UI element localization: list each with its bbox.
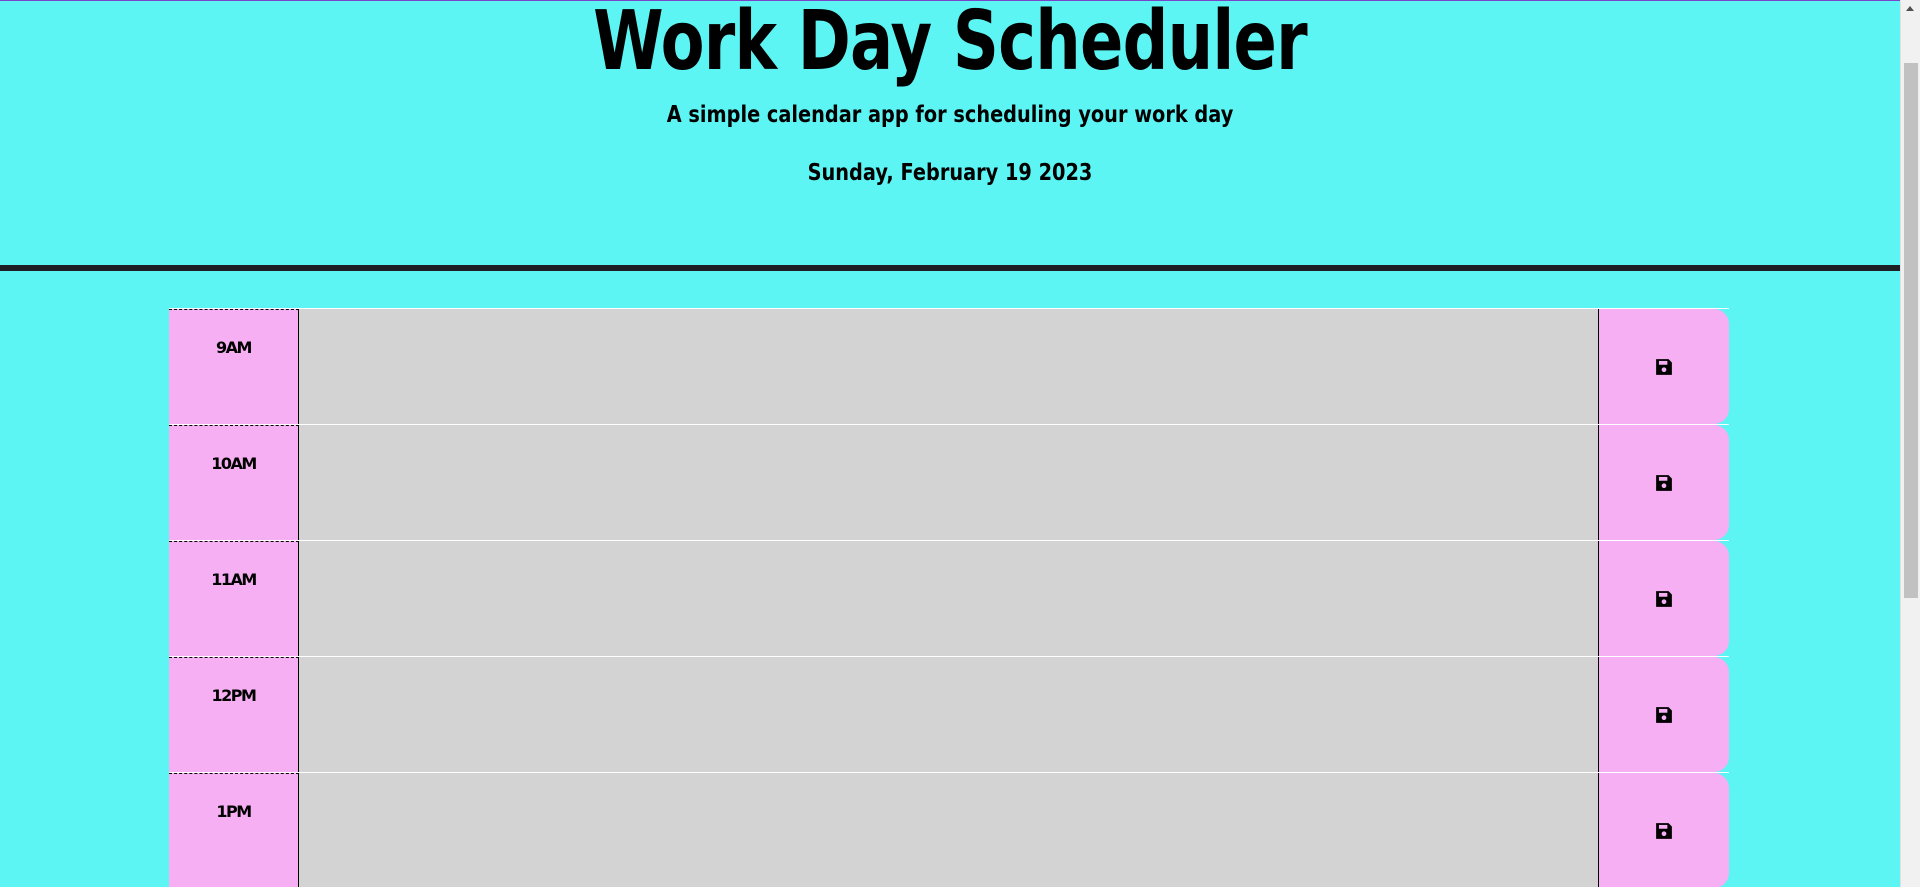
time-block: 1PM <box>169 772 1729 887</box>
time-block: 11AM <box>169 540 1729 656</box>
save-button[interactable] <box>1598 541 1729 656</box>
hour-label: 12PM <box>169 657 299 772</box>
floppy-disk-icon <box>1656 358 1672 375</box>
save-button[interactable] <box>1598 773 1729 887</box>
save-button[interactable] <box>1598 425 1729 540</box>
header: Work Day Scheduler A simple calendar app… <box>0 1 1900 271</box>
scroll-up-arrow-icon[interactable] <box>1906 6 1914 11</box>
floppy-disk-icon <box>1656 474 1672 491</box>
hour-label: 11AM <box>169 541 299 656</box>
event-description-input[interactable] <box>299 773 1598 887</box>
scrollbar-thumb[interactable] <box>1904 63 1918 598</box>
vertical-scrollbar[interactable] <box>1900 0 1920 887</box>
save-button[interactable] <box>1598 309 1729 424</box>
time-block: 12PM <box>169 656 1729 772</box>
page: Work Day Scheduler A simple calendar app… <box>0 0 1900 887</box>
hour-label: 1PM <box>169 773 299 887</box>
event-description-input[interactable] <box>299 425 1598 540</box>
save-button[interactable] <box>1598 657 1729 772</box>
event-description-input[interactable] <box>299 657 1598 772</box>
schedule-container: 9AM 10AM 11AM 12PM 1PM <box>169 308 1729 887</box>
hour-label: 10AM <box>169 425 299 540</box>
event-description-input[interactable] <box>299 309 1598 424</box>
page-subtitle: A simple calendar app for scheduling you… <box>666 102 1234 128</box>
time-block: 10AM <box>169 424 1729 540</box>
time-block: 9AM <box>169 308 1729 424</box>
floppy-disk-icon <box>1656 822 1672 839</box>
floppy-disk-icon <box>1656 706 1672 723</box>
hour-label: 9AM <box>169 309 299 424</box>
event-description-input[interactable] <box>299 541 1598 656</box>
floppy-disk-icon <box>1656 590 1672 607</box>
page-title: Work Day Scheduler <box>593 0 1308 89</box>
current-day: Sunday, February 19 2023 <box>807 160 1093 186</box>
